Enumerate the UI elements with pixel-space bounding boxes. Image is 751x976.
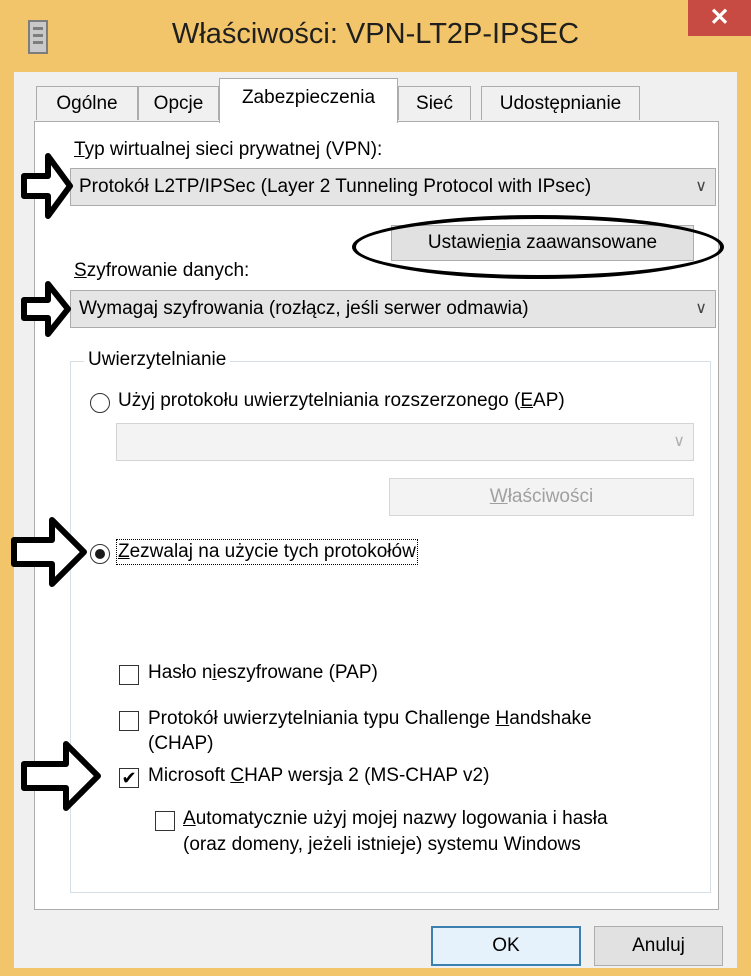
arrow-annotation-icon [21, 741, 101, 811]
arrow-annotation-icon [21, 281, 71, 337]
annotation-overlay [11, 153, 101, 811]
tab-zabezpieczenia[interactable]: Zabezpieczenia [219, 78, 398, 123]
arrow-annotation-icon [21, 153, 73, 219]
oval-annotation [352, 215, 724, 279]
arrow-annotation-icon [11, 517, 87, 587]
tab-label: Zabezpieczenia [241, 87, 376, 108]
